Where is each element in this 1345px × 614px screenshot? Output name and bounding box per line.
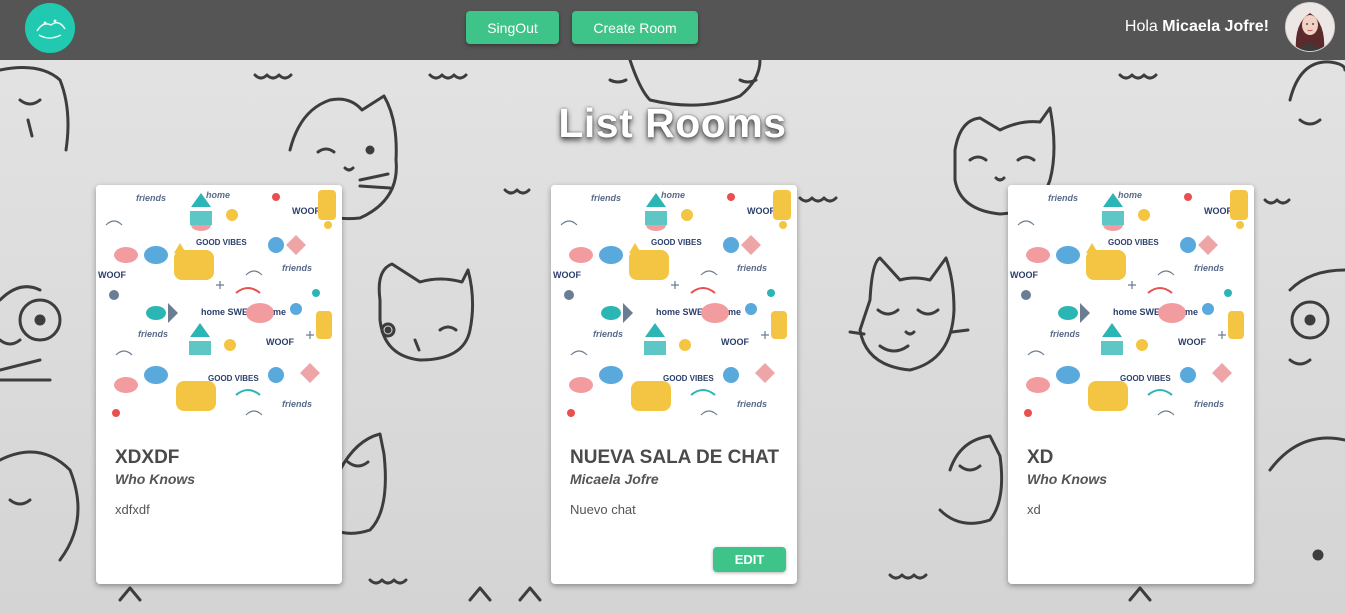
user-greeting: Hola Micaela Jofre! xyxy=(1125,18,1269,36)
room-cover-image: friends home WOOF WOOF GOOD VIBES friend… xyxy=(551,185,797,429)
edit-room-button[interactable]: EDIT xyxy=(713,547,786,572)
svg-text:friends: friends xyxy=(1048,193,1078,203)
signout-button[interactable]: SingOut xyxy=(466,11,559,44)
svg-text:friends: friends xyxy=(593,329,623,339)
svg-text:friends: friends xyxy=(138,329,168,339)
svg-text:WOOF: WOOF xyxy=(292,206,320,216)
svg-text:GOOD VIBES: GOOD VIBES xyxy=(208,374,259,383)
top-navbar: SingOut Create Room Hola Micaela Jofre! xyxy=(0,0,1345,60)
greeting-prefix: Hola xyxy=(1124,18,1163,35)
room-title: XD xyxy=(1027,447,1054,468)
user-avatar[interactable] xyxy=(1285,2,1335,52)
svg-text:friends: friends xyxy=(282,399,312,409)
svg-text:friends: friends xyxy=(136,193,166,203)
room-title: XDXDF xyxy=(115,447,180,468)
room-description: xd xyxy=(1027,502,1041,517)
room-cover-image: friends home WOOF WOOF GOOD VIBES friend… xyxy=(96,185,342,429)
room-description: Nuevo chat xyxy=(570,502,636,517)
svg-text:friends: friends xyxy=(591,193,621,203)
room-description: xdfxdf xyxy=(115,502,150,517)
svg-text:WOOF: WOOF xyxy=(721,337,749,347)
create-room-button[interactable]: Create Room xyxy=(572,11,698,44)
user-name: Micaela Jofre! xyxy=(1162,18,1269,35)
svg-text:WOOF: WOOF xyxy=(1178,337,1206,347)
svg-text:WOOF: WOOF xyxy=(98,270,126,280)
paw-logo-icon[interactable] xyxy=(25,3,75,53)
svg-text:home: home xyxy=(206,190,230,200)
room-card[interactable]: friends home WOOF WOOF GOOD VIBES friend… xyxy=(551,185,797,584)
svg-text:friends: friends xyxy=(282,263,312,273)
room-cover-image: friends home WOOF WOOF GOOD VIBES friend… xyxy=(1008,185,1254,429)
svg-text:GOOD VIBES: GOOD VIBES xyxy=(1120,374,1171,383)
svg-text:WOOF: WOOF xyxy=(1204,206,1232,216)
svg-text:WOOF: WOOF xyxy=(266,337,294,347)
page-title: List Rooms xyxy=(558,100,787,146)
svg-text:home: home xyxy=(1118,190,1142,200)
svg-text:GOOD VIBES: GOOD VIBES xyxy=(1108,238,1159,247)
svg-text:friends: friends xyxy=(737,399,767,409)
svg-text:GOOD VIBES: GOOD VIBES xyxy=(663,374,714,383)
room-owner: Who Knows xyxy=(1027,471,1108,487)
svg-text:friends: friends xyxy=(1194,399,1224,409)
room-card[interactable]: friends home WOOF WOOF GOOD VIBES friend… xyxy=(1008,185,1254,584)
svg-text:GOOD VIBES: GOOD VIBES xyxy=(651,238,702,247)
svg-text:friends: friends xyxy=(737,263,767,273)
room-title: NUEVA SALA DE CHAT xyxy=(570,447,779,468)
svg-text:friends: friends xyxy=(1194,263,1224,273)
room-owner: Who Knows xyxy=(115,471,196,487)
room-owner: Micaela Jofre xyxy=(570,471,659,487)
svg-text:WOOF: WOOF xyxy=(1010,270,1038,280)
svg-text:WOOF: WOOF xyxy=(553,270,581,280)
svg-text:home: home xyxy=(661,190,685,200)
svg-text:GOOD VIBES: GOOD VIBES xyxy=(196,238,247,247)
svg-text:friends: friends xyxy=(1050,329,1080,339)
svg-text:WOOF: WOOF xyxy=(747,206,775,216)
room-card[interactable]: friends home WOOF WOOF GOOD VIBES friend… xyxy=(96,185,342,584)
